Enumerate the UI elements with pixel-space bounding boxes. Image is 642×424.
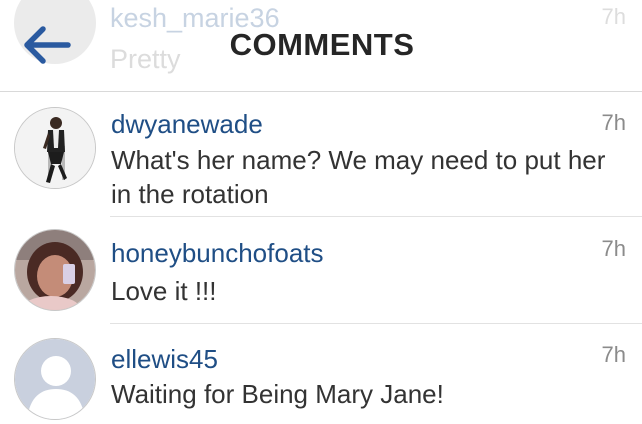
comment-row: ellewis45 7h Waiting for Being Mary Jane… xyxy=(0,324,642,424)
avatar[interactable] xyxy=(14,107,96,189)
comment-text: Waiting for Being Mary Jane! xyxy=(111,379,444,409)
default-avatar-icon xyxy=(15,339,95,419)
comment-time: 7h xyxy=(601,342,626,367)
divider xyxy=(110,216,642,217)
avatar[interactable] xyxy=(14,338,96,420)
comment-row: honeybunchofoats 7h Love it !!! xyxy=(0,218,642,324)
profile-photo xyxy=(15,230,95,310)
comment-text: What's her name? We may need to put her … xyxy=(111,145,606,209)
comment-username[interactable]: ellewis45 xyxy=(111,344,218,375)
comment-row: dwyanewade 7h What's her name? We may ne… xyxy=(0,92,642,218)
page-title: COMMENTS xyxy=(229,27,415,62)
comment-time: 7h xyxy=(601,236,626,261)
header-bar: kesh_marie36 Pretty 7h COMMENTS xyxy=(0,0,642,92)
profile-photo xyxy=(15,108,95,188)
comment-username[interactable]: dwyanewade xyxy=(111,109,263,140)
comment-text: Love it !!! xyxy=(111,276,217,306)
comment-username[interactable]: honeybunchofoats xyxy=(111,238,324,269)
comment-time: 7h xyxy=(601,110,626,135)
avatar[interactable] xyxy=(14,229,96,311)
